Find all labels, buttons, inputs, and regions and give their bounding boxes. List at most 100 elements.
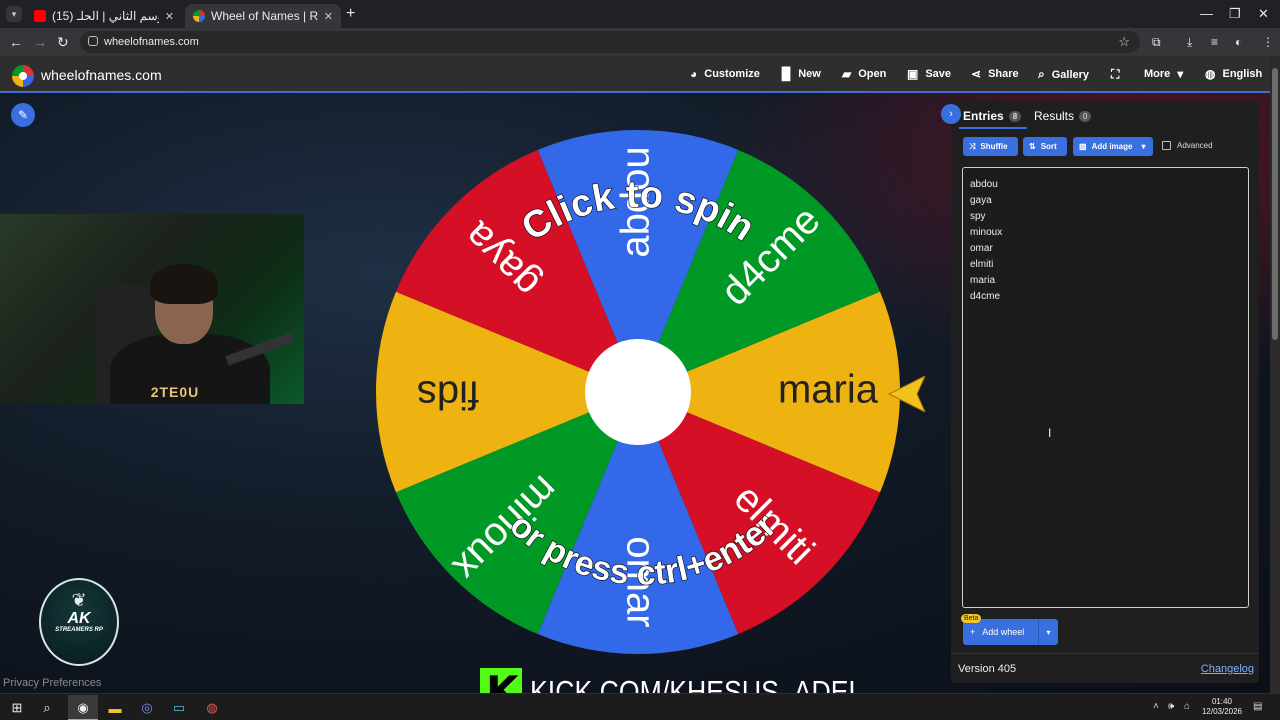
network-icon[interactable]: ⌂: [1184, 701, 1190, 712]
entry-line: spy: [970, 211, 986, 222]
entries-panel: Entries 8 Results 0 ⤨ Shuffle ⇅ Sort ▨ Add im…: [951, 101, 1259, 683]
browser-tab-wheel[interactable]: Wheel of Names | Random nam ✕: [185, 4, 341, 28]
image-icon: ▨: [1079, 142, 1087, 151]
active-tab-indicator: [959, 127, 1027, 129]
shuffle-button[interactable]: ⤨ Shuffle: [963, 137, 1018, 156]
discord-icon[interactable]: ◎: [138, 699, 156, 717]
add-image-button[interactable]: ▨ Add image ▾: [1073, 137, 1153, 156]
shirt-text: 2TE0U: [150, 384, 200, 400]
download-icon[interactable]: ⤓: [1187, 35, 1192, 50]
browser-menu-icon[interactable]: ⋮: [1262, 35, 1274, 49]
customize-button[interactable]: ◕ Customize: [690, 67, 760, 81]
collapse-panel-button[interactable]: ›: [941, 104, 961, 124]
entries-textarea[interactable]: abdou gaya spy minoux omar elmiti maria d4cme: [962, 167, 1249, 608]
close-tab-icon[interactable]: ✕: [165, 10, 174, 23]
bookmark-star-icon[interactable]: ☆: [1118, 34, 1130, 50]
share-button[interactable]: ⋖ Share: [971, 67, 1019, 81]
tab-title: Wheel of Names | Random nam: [211, 9, 318, 23]
minimize-icon[interactable]: —: [1200, 6, 1213, 21]
search-icon: ⌕: [1038, 67, 1045, 81]
close-tab-icon[interactable]: ✕: [324, 10, 333, 23]
ak-streamers-logo: ❦ AK STREAMERS RP: [39, 578, 119, 666]
language-button[interactable]: ◍ English: [1205, 67, 1262, 81]
windows-start-icon[interactable]: ⊞: [8, 699, 26, 717]
entry-line: d4cme: [970, 291, 1001, 302]
new-tab-button[interactable]: +: [346, 5, 355, 23]
reload-icon[interactable]: ↻: [57, 34, 69, 51]
share-icon: ⋖: [971, 67, 982, 81]
entry-line: maria: [970, 275, 996, 286]
wheel-logo-icon[interactable]: [12, 65, 34, 87]
sort-icon: ⇅: [1029, 142, 1036, 151]
entries-count-badge: 8: [1008, 110, 1022, 122]
streamer-hair: [150, 264, 218, 304]
more-button[interactable]: More ▾: [1144, 67, 1183, 81]
browser-tab-youtube[interactable]: (15) الرباعة | الموسم الثاني | الحلـ ✕: [26, 4, 182, 28]
phoenix-icon: ❦: [71, 590, 87, 610]
wheel-favicon-icon: [193, 10, 205, 22]
advanced-toggle[interactable]: Advanced: [1162, 141, 1213, 150]
results-count-badge: 0: [1079, 110, 1092, 122]
profile-icon[interactable]: ◐: [1235, 35, 1242, 49]
folder-open-icon: ▰: [842, 67, 852, 81]
extensions-icon[interactable]: ⧉: [1152, 35, 1161, 50]
shuffle-icon: ⤨: [969, 141, 976, 151]
wheel-label: fids: [417, 372, 479, 416]
entry-line: minoux: [970, 227, 1003, 238]
chevron-down-icon: ▾: [1177, 67, 1184, 81]
new-button[interactable]: ▉ New: [782, 67, 821, 81]
address-bar[interactable]: wheelofnames.com ☆: [80, 31, 1140, 53]
spin-wheel[interactable]: abdou d4cmemariaelmitiomarminouxfidsgaya: [373, 127, 903, 657]
app-icon[interactable]: ▭: [170, 699, 188, 717]
entry-line: omar: [970, 243, 993, 254]
media-icon[interactable]: ≡: [1211, 35, 1218, 49]
wheel-pointer-icon: [887, 376, 926, 412]
volume-icon[interactable]: 🕪: [1168, 701, 1174, 712]
youtube-icon: [34, 10, 46, 22]
chrome-icon[interactable]: ◉: [74, 699, 92, 717]
tab-results[interactable]: Results 0: [1034, 109, 1092, 123]
gallery-button[interactable]: ⌕ Gallery: [1038, 67, 1089, 82]
windows-taskbar: ⊞ ⌕ ◉ ▬ ◎ ▭ ◍ ˄ 🕪 ⌂ 01:40 12/03/2026 ▤: [0, 693, 1280, 720]
screen: ▾ (15) الرباعة | الموسم الثاني | الحلـ ✕…: [0, 0, 1280, 720]
site-info-icon[interactable]: [88, 36, 98, 46]
chevron-right-icon: ›: [949, 108, 953, 120]
edit-title-button[interactable]: ✎: [11, 103, 35, 127]
privacy-preferences-link[interactable]: Privacy Preferences: [3, 677, 101, 689]
search-icon[interactable]: ⌕: [38, 699, 56, 717]
chevron-down-icon: ▾: [1141, 142, 1146, 151]
globe-icon: ◍: [1205, 67, 1216, 81]
pencil-icon: ✎: [17, 108, 29, 122]
close-window-icon[interactable]: ✕: [1258, 6, 1269, 22]
open-button[interactable]: ▰ Open: [842, 67, 886, 81]
file-explorer-icon[interactable]: ▬: [106, 699, 124, 717]
tab-search-button[interactable]: ▾: [6, 6, 22, 22]
back-icon[interactable]: ←: [9, 34, 23, 50]
obs-icon[interactable]: ◍: [203, 699, 221, 717]
version-label: Version 405: [958, 663, 1017, 675]
save-icon: ▣: [907, 67, 919, 81]
scrollbar-thumb[interactable]: [1272, 68, 1278, 340]
save-button[interactable]: ▣ Save: [907, 67, 951, 81]
sort-button[interactable]: ⇅ Sort: [1023, 137, 1067, 156]
forward-icon[interactable]: →: [33, 34, 47, 50]
browser-tab-strip: ▾ (15) الرباعة | الموسم الثاني | الحلـ ✕…: [0, 0, 1280, 28]
entry-line: gaya: [970, 195, 992, 206]
fullscreen-button[interactable]: ⛶: [1111, 67, 1119, 82]
fullscreen-icon: ⛶: [1111, 67, 1120, 81]
tab-entries[interactable]: Entries 8: [963, 109, 1022, 123]
site-brand[interactable]: wheelofnames.com: [41, 67, 162, 83]
wheel-label: omar: [618, 536, 662, 627]
add-wheel-dropdown-icon[interactable]: ▾: [1038, 619, 1058, 645]
system-clock[interactable]: 01:40 12/03/2026: [1200, 697, 1244, 717]
restore-icon[interactable]: ❐: [1229, 6, 1241, 22]
site-header: wheelofnames.com ◕ Customize ▉ New ▰ Open ▣…: [0, 56, 1270, 93]
changelog-link[interactable]: Changelog: [1201, 663, 1254, 675]
page-scrollbar[interactable]: [1270, 56, 1280, 693]
advanced-checkbox[interactable]: [1162, 141, 1171, 150]
tray-chevron-icon[interactable]: ˄: [1153, 701, 1159, 712]
wheel-center-hub[interactable]: [585, 339, 691, 445]
beta-badge: Beta: [961, 614, 982, 623]
notification-icon[interactable]: ▤: [1253, 701, 1262, 712]
entry-line: abdou: [970, 179, 998, 190]
